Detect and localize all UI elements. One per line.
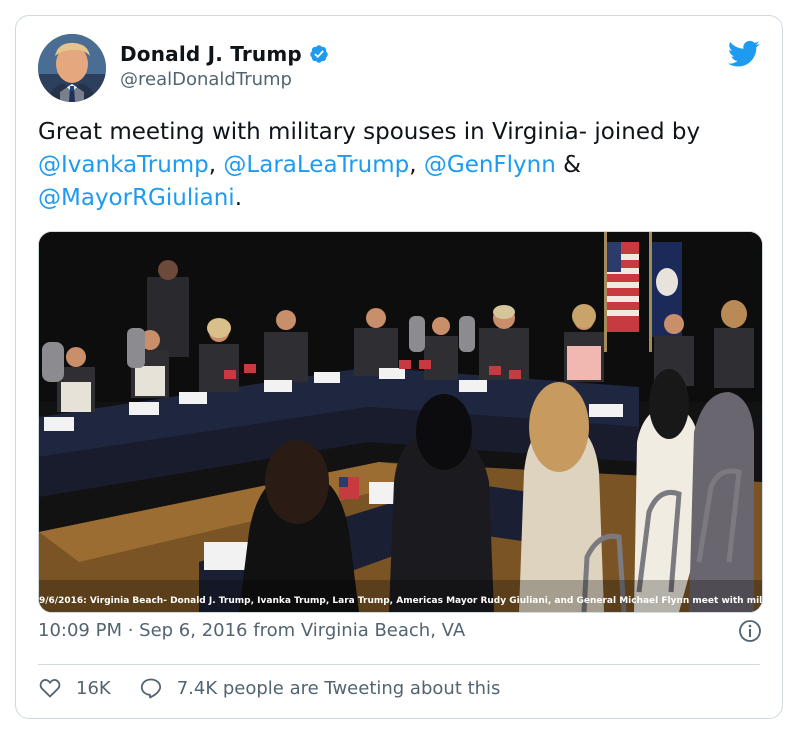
mention-ivanka[interactable]: @IvankaTrump xyxy=(38,152,209,178)
info-icon[interactable] xyxy=(738,619,762,643)
tweet-location[interactable]: Virginia Beach, VA xyxy=(301,620,465,641)
author-handle[interactable]: @realDonaldTrump xyxy=(120,69,292,90)
mention-genflynn[interactable]: @GenFlynn xyxy=(424,152,556,178)
like-button[interactable]: 16K xyxy=(38,676,111,700)
heart-icon xyxy=(39,679,61,698)
tweet-separator: , xyxy=(409,152,424,178)
mention-laralea[interactable]: @LaraLeaTrump xyxy=(223,152,409,178)
reply-button[interactable]: 7.4K people are Tweeting about this xyxy=(139,676,501,700)
tweet-date[interactable]: Sep 6, 2016 xyxy=(139,620,247,641)
tweet-actions: 16K 7.4K people are Tweeting about this xyxy=(38,676,500,700)
like-count: 16K xyxy=(76,677,111,699)
tweet-timestamp[interactable]: 10:09 PM · Sep 6, 2016 from Virginia Bea… xyxy=(38,620,465,641)
meeting-photo xyxy=(39,232,762,612)
author-name-row[interactable]: Donald J. Trump xyxy=(120,42,329,66)
avatar-image xyxy=(38,34,106,102)
author-name[interactable]: Donald J. Trump xyxy=(120,42,302,66)
twitter-bird-icon[interactable] xyxy=(728,40,760,68)
mention-mayorgiuliani[interactable]: @MayorRGiuliani xyxy=(38,185,235,211)
meta-source-prefix: from xyxy=(247,620,301,641)
tweet-separator: , xyxy=(208,152,224,178)
avatar[interactable] xyxy=(38,34,106,102)
meta-separator: · xyxy=(121,620,140,641)
verified-badge-icon xyxy=(310,45,328,63)
tweet-separator: & xyxy=(555,152,582,178)
tweet-photo[interactable]: 9/6/2016: Virginia Beach- Donald J. Trum… xyxy=(38,231,763,613)
tweet-time[interactable]: 10:09 PM xyxy=(38,620,122,641)
divider xyxy=(38,664,760,665)
tweet-text-end: . xyxy=(234,185,243,211)
speech-bubble-icon xyxy=(140,678,161,699)
tweet-card[interactable]: Donald J. Trump @realDonaldTrump Great m… xyxy=(15,15,783,719)
photo-caption: 9/6/2016: Virginia Beach- Donald J. Trum… xyxy=(39,596,763,606)
tweet-text: Great meeting with military spouses in V… xyxy=(38,116,768,215)
tweet-text-start: Great meeting with military spouses in V… xyxy=(38,119,701,145)
reply-text: 7.4K people are Tweeting about this xyxy=(176,677,501,699)
